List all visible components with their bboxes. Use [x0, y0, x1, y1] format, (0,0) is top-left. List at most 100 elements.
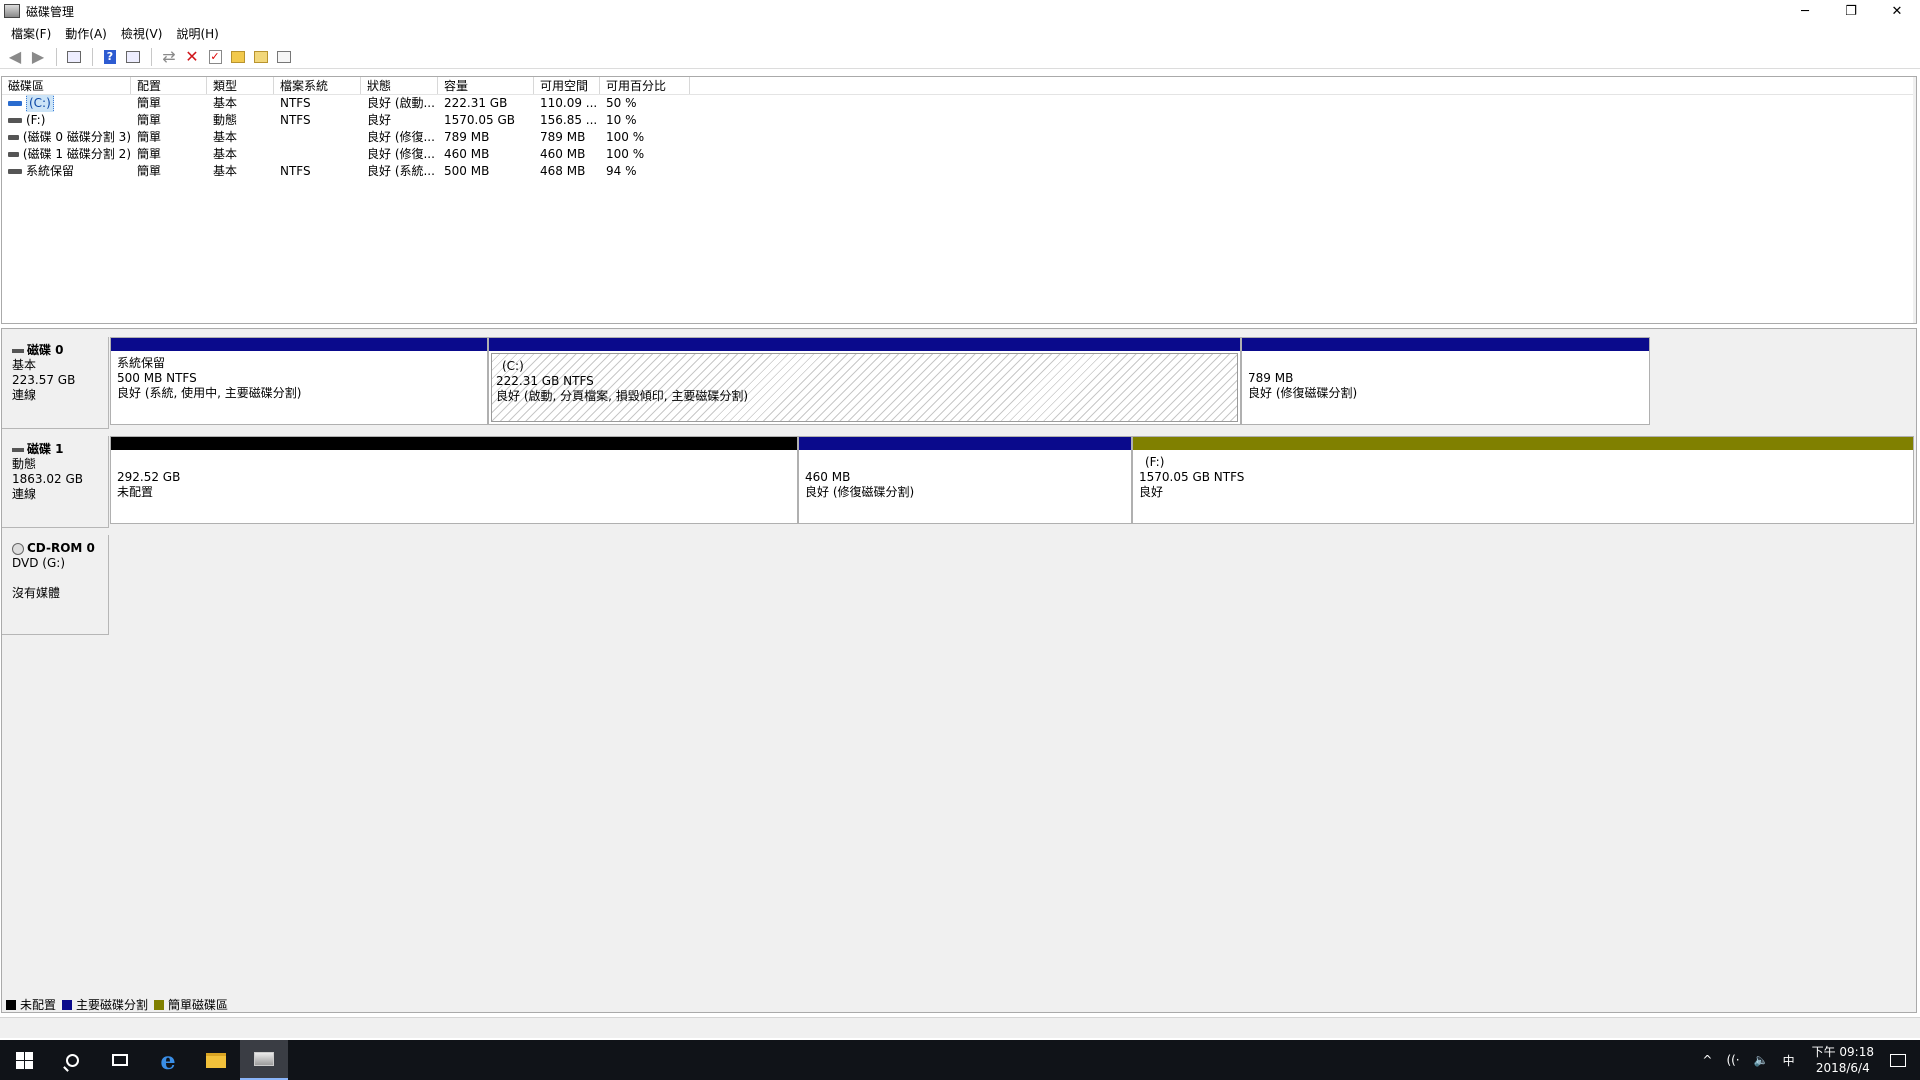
volume-name: 系統保留: [26, 164, 75, 178]
close-button[interactable]: ✕: [1874, 0, 1920, 22]
legend-label: 簡單磁碟區: [168, 998, 229, 1012]
edge-icon: e: [160, 1045, 176, 1075]
disk-state: 連線: [12, 388, 37, 402]
partition-size: 1570.05 GB NTFS: [1139, 470, 1245, 484]
volume-free-space: 156.85 ...: [540, 113, 598, 127]
cd-rom-icon: [12, 542, 24, 555]
help-button[interactable]: ?: [99, 47, 121, 67]
partition-c-drive[interactable]: (C:) 222.31 GB NTFS 良好 (啟動, 分頁檔案, 損毀傾印, …: [488, 337, 1241, 425]
network-icon[interactable]: ((·: [1726, 1053, 1739, 1067]
volume-layout: 簡單: [137, 113, 162, 127]
volume-type: 基本: [213, 130, 238, 144]
menu-help[interactable]: 說明(H): [169, 25, 225, 42]
partition-f-drive[interactable]: (F:) 1570.05 GB NTFS 良好: [1132, 436, 1914, 524]
volume-capacity: 460 MB: [444, 147, 490, 161]
disk-state: 沒有媒體: [12, 586, 61, 600]
partition-unallocated[interactable]: 292.52 GB 未配置: [110, 436, 798, 524]
toolbar-separator: [56, 47, 57, 66]
volume-type: 基本: [213, 164, 238, 178]
back-button[interactable]: ◀: [4, 47, 26, 67]
cdrom-0-row: CD-ROM 0 DVD (G:) 沒有媒體: [2, 535, 1916, 635]
disk-kind: DVD (G:): [12, 556, 65, 570]
volume-capacity: 789 MB: [444, 130, 490, 144]
disk-name: CD-ROM 0: [27, 541, 95, 555]
disk-1-label[interactable]: 磁碟 1 動態 1863.02 GB 連線: [2, 436, 109, 528]
volume-capacity: 500 MB: [444, 164, 490, 178]
console-view-button[interactable]: [122, 47, 144, 67]
edge-button[interactable]: e: [144, 1040, 192, 1080]
console-view-icon: [126, 50, 140, 63]
minimize-button[interactable]: ─: [1782, 0, 1828, 22]
disk-management-taskbar-button[interactable]: [240, 1040, 288, 1080]
volume-free-percent: 94 %: [606, 164, 637, 178]
column-header-status[interactable]: 狀態: [361, 77, 438, 94]
properties-button[interactable]: [273, 47, 295, 67]
show-hide-tree-button[interactable]: [63, 47, 85, 67]
volume-name: (磁碟 1 磁碟分割 2): [22, 147, 131, 161]
delete-button[interactable]: ✕: [181, 47, 203, 67]
table-row[interactable]: (F:) 簡單 動態 NTFS 良好 1570.05 GB 156.85 ...…: [2, 112, 1916, 129]
restore-button[interactable]: ❐: [1828, 0, 1874, 22]
table-row[interactable]: (磁碟 0 磁碟分割 3) 簡單 基本 良好 (修復... 789 MB 789…: [2, 129, 1916, 146]
clock[interactable]: 下午 09:18 2018/6/4: [1812, 1044, 1874, 1076]
volume-capacity: 222.31 GB: [444, 96, 508, 110]
partition-status: 良好 (啟動, 分頁檔案, 損毀傾印, 主要磁碟分割): [496, 389, 749, 403]
check-button[interactable]: ✓: [204, 47, 226, 67]
start-button[interactable]: [0, 1040, 48, 1080]
legend-label: 未配置: [20, 998, 57, 1012]
volume-list-header: 磁碟區 配置 類型 檔案系統 狀態 容量 可用空間 可用百分比: [2, 77, 1916, 95]
table-row[interactable]: (磁碟 1 磁碟分割 2) 簡單 基本 良好 (修復... 460 MB 460…: [2, 146, 1916, 163]
ime-indicator[interactable]: 中: [1783, 1052, 1795, 1069]
toolbar: ◀ ▶ ? ⇄ ✕ ✓: [0, 45, 1920, 69]
menu-view[interactable]: 檢視(V): [114, 25, 170, 42]
partition-status: 未配置: [117, 485, 154, 499]
volume-filesystem: NTFS: [280, 96, 311, 110]
column-header-free-percent[interactable]: 可用百分比: [600, 77, 690, 94]
column-header-type[interactable]: 類型: [207, 77, 274, 94]
partition-bar: [111, 437, 797, 450]
column-header-capacity[interactable]: 容量: [438, 77, 534, 94]
partition-recovery-disk0[interactable]: 789 MB 良好 (修復磁碟分割): [1241, 337, 1650, 425]
system-tray: ^ ((· 🔈 中 下午 09:18 2018/6/4: [1695, 1040, 1920, 1080]
column-header-layout[interactable]: 配置: [131, 77, 207, 94]
volume-name[interactable]: (C:): [26, 95, 54, 112]
forward-icon: ▶: [31, 46, 45, 66]
folder-search-button[interactable]: [250, 47, 272, 67]
column-header-volume[interactable]: 磁碟區: [2, 77, 131, 94]
drive-icon: [8, 101, 22, 106]
partition-label: [805, 455, 1131, 470]
legend-swatch: [6, 999, 16, 1010]
menu-action[interactable]: 動作(A): [58, 25, 114, 42]
show-hidden-icons-icon[interactable]: ^: [1702, 1053, 1712, 1067]
connect-disk-button[interactable]: ⇄: [158, 47, 180, 67]
drive-icon: [8, 135, 19, 140]
volume-status: 良好 (啟動...: [367, 96, 435, 110]
table-row[interactable]: 系統保留 簡單 基本 NTFS 良好 (系統... 500 MB 468 MB …: [2, 163, 1916, 180]
disk-management-app-icon: [4, 4, 20, 18]
volume-icon[interactable]: 🔈: [1754, 1053, 1769, 1067]
partition-system-reserved[interactable]: 系統保留 500 MB NTFS 良好 (系統, 使用中, 主要磁碟分割): [110, 337, 488, 425]
volume-free-space: 468 MB: [540, 164, 586, 178]
cdrom-0-label[interactable]: CD-ROM 0 DVD (G:) 沒有媒體: [2, 535, 109, 635]
folder-up-button[interactable]: [227, 47, 249, 67]
disk-name: 磁碟 1: [27, 442, 64, 456]
column-header-free-space[interactable]: 可用空間: [534, 77, 600, 94]
volume-free-percent: 50 %: [606, 96, 637, 110]
drive-icon: [8, 118, 22, 123]
search-button[interactable]: [48, 1040, 96, 1080]
forward-button[interactable]: ▶: [27, 47, 49, 67]
vertical-scrollbar[interactable]: [1913, 77, 1916, 323]
legend: 未配置 主要磁碟分割 簡單磁碟區: [6, 996, 234, 1013]
action-center-icon[interactable]: [1890, 1053, 1906, 1067]
disk-0-partitions: 系統保留 500 MB NTFS 良好 (系統, 使用中, 主要磁碟分割) (C…: [110, 337, 1650, 425]
menu-file[interactable]: 檔案(F): [4, 25, 58, 42]
partition-recovery-disk1[interactable]: 460 MB 良好 (修復磁碟分割): [798, 436, 1132, 524]
file-explorer-button[interactable]: [192, 1040, 240, 1080]
properties-check-icon: ✓: [208, 49, 222, 64]
table-row[interactable]: (C:) 簡單 基本 NTFS 良好 (啟動... 222.31 GB 110.…: [2, 95, 1916, 112]
column-header-filesystem[interactable]: 檔案系統: [274, 77, 361, 94]
file-explorer-icon: [206, 1052, 226, 1068]
partition-bar: [1242, 338, 1649, 351]
task-view-button[interactable]: [96, 1040, 144, 1080]
disk-0-label[interactable]: 磁碟 0 基本 223.57 GB 連線: [2, 337, 109, 429]
